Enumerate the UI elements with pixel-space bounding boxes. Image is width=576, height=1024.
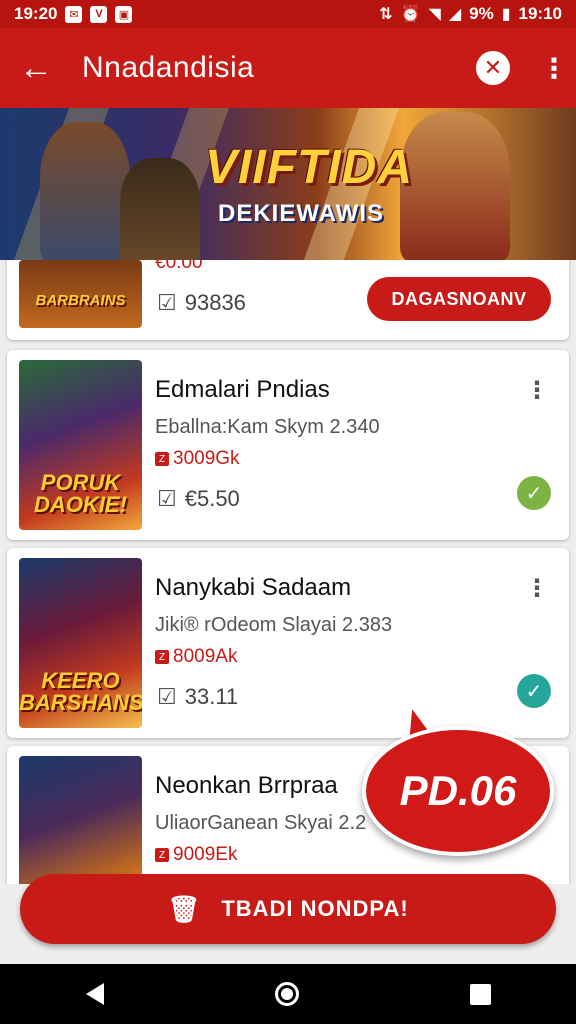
signal-icon: ◢ xyxy=(448,6,462,23)
game-thumbnail xyxy=(19,756,142,884)
status-time-right: 19:10 xyxy=(518,4,562,23)
message-icon: ✉ xyxy=(65,5,83,23)
more-vert-icon[interactable]: ⋮ xyxy=(525,572,549,604)
back-arrow-icon[interactable]: ← xyxy=(0,28,72,108)
nav-recents-icon[interactable] xyxy=(469,983,491,1005)
list-item[interactable]: KEERO BARSHANS Nanykabi Sadaam Jiki® rOd… xyxy=(7,548,569,738)
wifi-icon: ◥ xyxy=(428,6,441,23)
vibrate-icon: ⇅ xyxy=(379,6,393,23)
status-right: ⇅ ⏰ ◥ ◢ 9% ▮ 19:10 xyxy=(379,4,562,24)
app-notification-icon: V xyxy=(90,5,108,23)
price-row: Z 3009Gk xyxy=(155,448,240,470)
banner-hero-left xyxy=(40,122,130,260)
nav-home-icon[interactable] xyxy=(274,982,299,1006)
date-row: ☑ 33.11 xyxy=(157,684,238,710)
bottom-action-button[interactable]: 🗑 TBADI NONDPA! xyxy=(20,874,556,944)
status-left: 19:20 ✉ V ▣ xyxy=(14,4,133,24)
calendar-check-icon: ☑ xyxy=(157,684,177,709)
nav-back-icon[interactable] xyxy=(85,983,104,1005)
page-title: Nnadandisia xyxy=(82,51,255,84)
banner-hero-right xyxy=(400,112,510,260)
more-vert-icon[interactable]: ⋮ xyxy=(532,28,576,108)
card-title: Neonkan Brrpraa xyxy=(155,772,338,799)
price-tag-icon: Z xyxy=(155,848,169,862)
system-nav-bar xyxy=(0,964,576,1024)
close-icon[interactable]: ✕ xyxy=(476,51,510,85)
price-text: 3009Gk xyxy=(173,448,240,469)
price-tag-icon: Z xyxy=(155,452,169,466)
trash-icon: 🗑 xyxy=(167,893,202,924)
price-text: 9009Ek xyxy=(173,844,238,865)
promo-badge[interactable]: PD.06 xyxy=(362,726,554,856)
check-icon: ✓ xyxy=(517,674,551,708)
game-thumbnail: PORUK DAOKIE! xyxy=(19,360,142,530)
date-row: ☑ 93836 xyxy=(157,290,246,316)
app-bar: ← Nnadandisia ✕ ⋮ xyxy=(0,28,576,108)
thumbnail-caption: BARBRAINS xyxy=(35,292,126,309)
date-text: 33.11 xyxy=(184,684,239,709)
price-text: 8009Ak xyxy=(173,646,238,667)
bottom-action-label: TBADI NONDPA! xyxy=(221,896,409,921)
price-text: €0.00 xyxy=(155,260,203,273)
banner-subtitle: DEKIEWAWIS xyxy=(218,200,385,227)
price-row: €0.00 xyxy=(155,260,203,274)
thumbnail-caption: PORUK DAOKIE! xyxy=(34,470,127,517)
card-title: Edmalari Pndias xyxy=(155,376,330,403)
price-row: Z 9009Ek xyxy=(155,844,237,866)
more-vert-icon[interactable]: ⋮ xyxy=(525,374,549,406)
date-text: 93836 xyxy=(184,290,246,315)
calendar-check-icon: ☑ xyxy=(157,486,177,511)
list-item[interactable]: BARBRAINS €0.00 ☑ 93836 DAGASNOANV xyxy=(7,260,569,340)
banner-hero-child xyxy=(120,158,200,260)
status-time-left: 19:20 xyxy=(14,4,58,23)
thumbnail-caption: KEERO BARSHANS xyxy=(19,668,142,715)
promo-banner[interactable]: VIIFTIDA DEKIEWAWIS xyxy=(0,108,576,260)
alarm-icon: ⏰ xyxy=(400,6,421,23)
battery-icon: ▮ xyxy=(501,6,511,23)
game-thumbnail: BARBRAINS xyxy=(19,260,142,328)
card-subtitle: UliaorGanean Skyai 2.2 xyxy=(155,812,367,834)
image-notification-icon: ▣ xyxy=(115,5,133,23)
card-subtitle: Jiki® rOdeom Slayai 2.383 xyxy=(155,614,393,636)
card-title: Nanykabi Sadaam xyxy=(155,574,352,601)
date-text: €5.50 xyxy=(184,486,240,511)
list-item[interactable]: PORUK DAOKIE! Edmalari Pndias Eballna:Ka… xyxy=(7,350,569,540)
price-row: Z 8009Ak xyxy=(155,646,237,668)
price-tag-icon: Z xyxy=(155,650,169,664)
card-subtitle: Eballna:Kam Skym 2.340 xyxy=(155,416,380,438)
status-bar: 19:20 ✉ V ▣ ⇅ ⏰ ◥ ◢ 9% ▮ 19:10 xyxy=(0,0,576,28)
date-row: ☑ €5.50 xyxy=(157,486,240,512)
calendar-check-icon: ☑ xyxy=(157,290,177,315)
battery-percent: 9% xyxy=(469,4,494,23)
game-thumbnail: KEERO BARSHANS xyxy=(19,558,142,728)
download-button[interactable]: DAGASNOANV xyxy=(367,277,551,321)
banner-title: VIIFTIDA xyxy=(205,141,413,194)
check-icon: ✓ xyxy=(517,476,551,510)
